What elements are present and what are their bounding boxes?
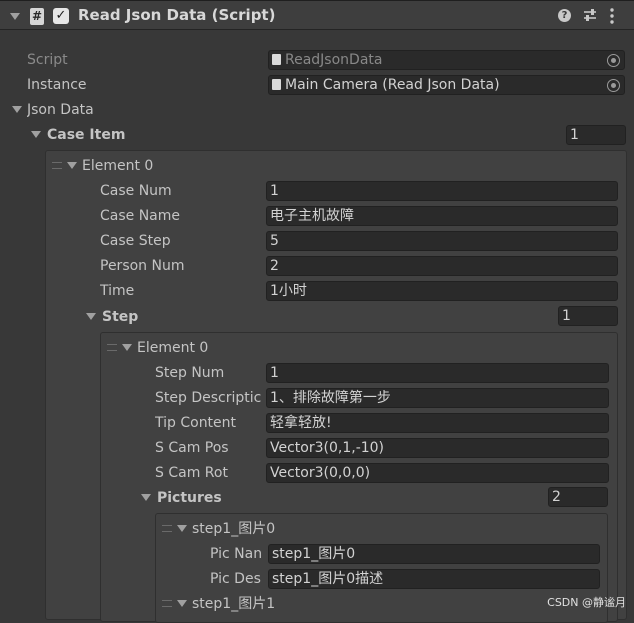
case-step-label: Case Step (100, 233, 171, 249)
pictures-label[interactable]: Pictures (157, 488, 222, 508)
picture-0-label[interactable]: step1_图片0 (192, 519, 275, 539)
pictures-size-field[interactable]: 2 (548, 487, 608, 507)
help-icon[interactable]: ? (558, 9, 571, 22)
picture-0-foldout-icon[interactable] (177, 525, 187, 532)
time-label: Time (100, 283, 135, 299)
collapse-arrow-icon[interactable] (10, 13, 20, 20)
case-item-foldout-icon[interactable] (31, 131, 41, 138)
time-field[interactable]: 1小时 (266, 281, 618, 301)
drag-handle-icon[interactable] (162, 525, 172, 532)
person-num-field[interactable]: 2 (266, 256, 618, 276)
case-item-label[interactable]: Case Item (47, 125, 125, 145)
script-icon: # (30, 8, 44, 25)
case-element-label[interactable]: Element 0 (82, 156, 153, 176)
drag-handle-icon[interactable] (162, 600, 172, 607)
presets-icon[interactable] (583, 7, 597, 23)
drag-handle-icon[interactable] (107, 344, 117, 351)
pic-description-label: Pic Des (210, 571, 261, 587)
step-description-label: Step Descriptic (155, 390, 262, 406)
object-icon (272, 79, 281, 90)
json-data-foldout-icon[interactable] (12, 106, 22, 113)
drag-handle-icon[interactable] (52, 162, 62, 169)
json-data-label[interactable]: Json Data (27, 100, 94, 120)
s-cam-pos-label: S Cam Pos (155, 440, 229, 456)
person-num-label: Person Num (100, 258, 185, 274)
script-file-icon (272, 54, 281, 65)
component-header[interactable]: # ✓ Read Json Data (Script) ? (0, 0, 634, 30)
case-item-size-field[interactable]: 1 (566, 125, 626, 145)
script-label: Script (27, 52, 68, 68)
element-foldout-icon[interactable] (67, 162, 77, 169)
context-menu-icon[interactable] (609, 7, 615, 25)
case-name-label: Case Name (100, 208, 181, 224)
instance-field[interactable]: Main Camera (Read Json Data) (268, 75, 625, 95)
pic-description-field[interactable]: step1_图片0描述 (268, 569, 600, 589)
step-element-foldout-icon[interactable] (122, 344, 132, 351)
watermark: CSDN @静谧月 (547, 596, 626, 609)
script-field[interactable]: ReadJsonData (268, 50, 625, 70)
enable-checkbox[interactable]: ✓ (53, 8, 69, 24)
object-picker-icon[interactable] (607, 54, 620, 67)
tip-content-label: Tip Content (155, 415, 237, 431)
instance-label: Instance (27, 77, 87, 93)
case-num-field[interactable]: 1 (266, 181, 618, 201)
instance-field-value: Main Camera (Read Json Data) (285, 77, 500, 93)
s-cam-rot-field[interactable]: Vector3(0,0,0) (266, 463, 609, 483)
step-num-field[interactable]: 1 (266, 363, 609, 383)
pictures-foldout-icon[interactable] (141, 494, 151, 501)
case-name-field[interactable]: 电子主机故障 (266, 206, 618, 226)
step-description-field[interactable]: 1、排除故障第一步 (266, 388, 609, 408)
picture-1-label[interactable]: step1_图片1 (192, 594, 275, 614)
case-num-label: Case Num (100, 183, 172, 199)
step-size-field[interactable]: 1 (558, 306, 618, 326)
case-step-field[interactable]: 5 (266, 231, 618, 251)
step-foldout-icon[interactable] (86, 313, 96, 320)
pic-name-field[interactable]: step1_图片0 (268, 544, 600, 564)
step-num-label: Step Num (155, 365, 225, 381)
tip-content-field[interactable]: 轻拿轻放! (266, 413, 609, 433)
component-title: Read Json Data (Script) (78, 6, 276, 24)
step-element-label[interactable]: Element 0 (137, 338, 208, 358)
script-field-value: ReadJsonData (285, 52, 383, 68)
s-cam-pos-field[interactable]: Vector3(0,1,-10) (266, 438, 609, 458)
object-picker-icon[interactable] (607, 79, 620, 92)
s-cam-rot-label: S Cam Rot (155, 465, 228, 481)
picture-1-foldout-icon[interactable] (177, 600, 187, 607)
step-label[interactable]: Step (102, 307, 138, 327)
pic-name-label: Pic Nan (210, 546, 263, 562)
